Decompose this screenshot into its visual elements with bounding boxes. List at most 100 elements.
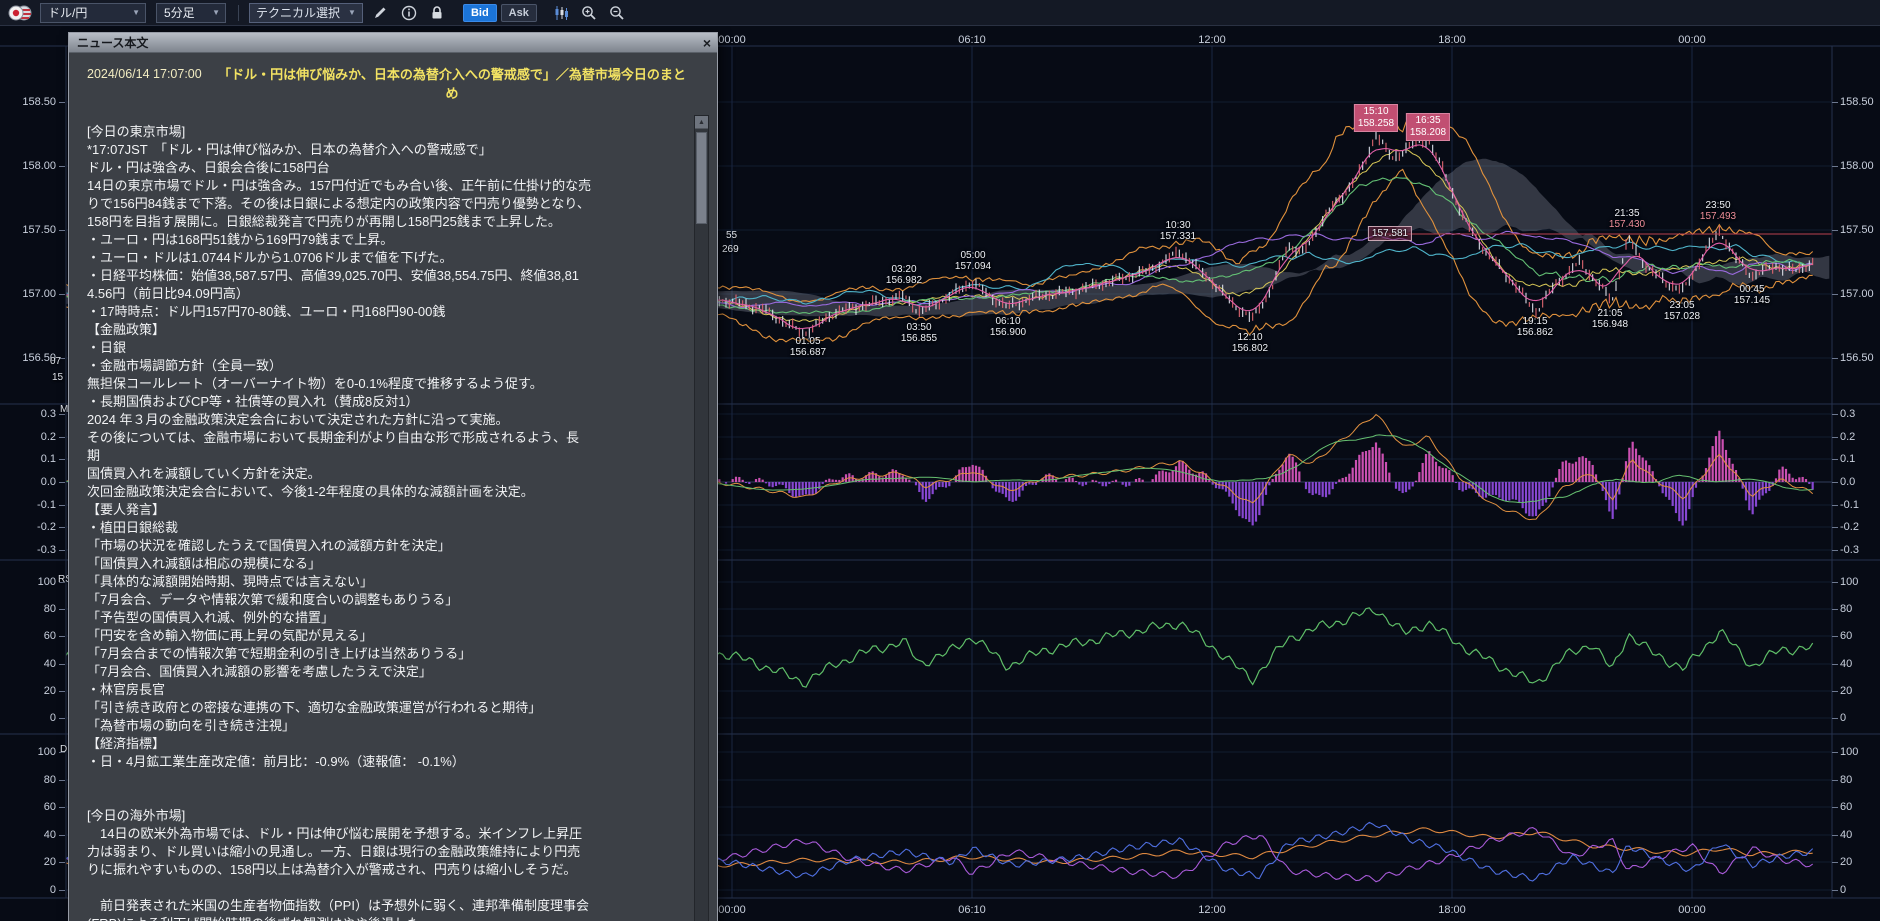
news-body-line: 158円を目指す展開に。日銀総裁発言で円売りが再開し158円25銭まで上昇した。 — [87, 213, 691, 231]
axis-label-left: 0 — [2, 711, 56, 725]
news-body-line: ・金融市場調節方針（全員一致） — [87, 357, 691, 375]
axis-label-right: -0.3 — [1840, 543, 1859, 557]
news-body-line: ・林官房長官 — [87, 681, 691, 699]
chart-annotation: 10:30157.331 — [1160, 220, 1196, 242]
time-axis-label: 18:00 — [1430, 903, 1474, 917]
news-body-line: 2024 年３月の金融政策決定会合において決定された方針に沿って実施。 — [87, 411, 691, 429]
scroll-up-button[interactable]: ▲ — [695, 116, 708, 129]
axis-label-right: 0.2 — [1840, 430, 1855, 444]
axis-label-left: 20 — [2, 684, 56, 698]
news-body-line: その後については、金融市場において長期金利がより自由な形で形成されるよう、長 — [87, 429, 691, 447]
axis-tick — [59, 482, 65, 483]
chart-type-button[interactable] — [551, 3, 571, 23]
axis-tick — [1832, 437, 1838, 438]
lock-button[interactable] — [427, 3, 447, 23]
currency-pair-flag-icon — [8, 5, 32, 21]
chart-annotation: 16:35158.208 — [1406, 113, 1450, 141]
axis-tick — [1832, 664, 1838, 665]
axis-label-right: 60 — [1840, 629, 1852, 643]
axis-tick — [1832, 691, 1838, 692]
axis-label-left: 100 — [2, 745, 56, 759]
news-body-line: ・長期国債およびCP等・社債等の買入れ（賛成8反対1） — [87, 393, 691, 411]
time-axis-label: 00:00 — [1670, 33, 1714, 47]
news-headline-row: 2024/06/14 17:07:00 「ドル・円は伸び悩みか、日本の為替介入へ… — [69, 53, 717, 103]
zoom-out-button[interactable] — [607, 3, 627, 23]
news-body-line: ・ユーロ・ドルは1.0744ドルから1.0706ドルまで値を下げた。 — [87, 249, 691, 267]
chevron-down-icon: ▼ — [132, 8, 140, 17]
chart-text-fragment: 269 — [722, 244, 739, 256]
news-body-line: 「7月会合までの情報次第で短期金利の引き上げは当然ありうる」 — [87, 645, 691, 663]
axis-tick — [1832, 527, 1838, 528]
axis-label-left: 80 — [2, 773, 56, 787]
news-body-line — [87, 771, 691, 789]
axis-tick — [1832, 862, 1838, 863]
axis-label-left: 158.50 — [2, 95, 56, 109]
axis-label-right: 157.00 — [1840, 287, 1874, 301]
axis-label-left: 40 — [2, 657, 56, 671]
chart-annotation: 15:10158.258 — [1354, 104, 1398, 132]
news-body-line: ・植田日銀総裁 — [87, 519, 691, 537]
axis-tick — [1832, 582, 1838, 583]
time-axis-label: 12:00 — [1190, 33, 1234, 47]
news-body-line — [87, 879, 691, 897]
axis-label-right: 0 — [1840, 883, 1846, 897]
axis-tick — [59, 609, 65, 610]
scroll-up-icon: ▲ — [698, 119, 705, 126]
ask-button[interactable]: Ask — [501, 4, 537, 22]
axis-label-right: 0 — [1840, 711, 1846, 725]
chart-annotation: 19:15156.862 — [1517, 316, 1553, 338]
news-body-line: 「7月会合、データや情報次第で緩和度合いの調整もありうる」 — [87, 591, 691, 609]
news-body-line: 前日発表された米国の生産者物価指数（PPI）は予想外に弱く、連邦準備制度理事会 — [87, 897, 691, 915]
scrollbar-thumb[interactable] — [696, 132, 707, 224]
axis-tick — [59, 890, 65, 891]
news-body-line: 「7月会合、国債買入れ減額の影響を考慮したうえで決定」 — [87, 663, 691, 681]
axis-tick — [1832, 102, 1838, 103]
news-body-line: 国債買入れを減額していく方針を決定。 — [87, 465, 691, 483]
axis-label-right: 20 — [1840, 855, 1852, 869]
technical-select-label: テクニカル選択 — [256, 4, 340, 21]
news-body-line: 【要人発言】 — [87, 501, 691, 519]
axis-label-right: 0.0 — [1840, 475, 1855, 489]
news-body-line: [今日の海外市場] — [87, 807, 691, 825]
draw-tool-button[interactable] — [371, 3, 391, 23]
close-button[interactable]: × — [703, 36, 711, 50]
axis-tick — [59, 166, 65, 167]
timeframe-select[interactable]: 5分足 ▼ — [156, 3, 226, 23]
news-scrollbar[interactable]: ▲ — [694, 115, 709, 921]
axis-label-left: -0.1 — [2, 498, 56, 512]
technical-select-button[interactable]: テクニカル選択 ▼ — [249, 3, 363, 23]
axis-label-right: 40 — [1840, 657, 1852, 671]
axis-label-left: -0.2 — [2, 520, 56, 534]
axis-label-right: 20 — [1840, 684, 1852, 698]
news-body-line: ・日銀 — [87, 339, 691, 357]
time-axis-label: 12:00 — [1190, 903, 1234, 917]
axis-tick — [1832, 230, 1838, 231]
pair-select-value: ドル/円 — [48, 4, 87, 21]
news-body-line — [87, 789, 691, 807]
axis-label-left: 157.00 — [2, 287, 56, 301]
axis-label-right: 157.50 — [1840, 223, 1874, 237]
chart-annotation: 03:20156.982 — [886, 264, 922, 286]
news-body-line: 14日の欧米外為市場では、ドル・円は伸び悩む展開を予想する。米インフレ上昇圧 — [87, 825, 691, 843]
news-window-titlebar[interactable]: ニュース本文 × — [69, 33, 717, 53]
axis-label-left: 40 — [2, 828, 56, 842]
axis-label-right: 158.00 — [1840, 159, 1874, 173]
candlestick-chart-icon — [553, 5, 569, 21]
news-body-line: ドル・円は強含み、日銀会合後に158円台 — [87, 159, 691, 177]
toolbar-separator — [238, 5, 239, 21]
axis-tick — [1832, 636, 1838, 637]
news-body-line: *17:07JST 「ドル・円は伸び悩みか、日本の為替介入への警戒感で」 — [87, 141, 691, 159]
axis-label-left: 158.00 — [2, 159, 56, 173]
chart-text-fragment: D — [60, 744, 67, 756]
zoom-in-button[interactable] — [579, 3, 599, 23]
news-body-line: 14日の東京市場でドル・円は強含み。157円付近でもみ合い後、正午前に仕掛け的な… — [87, 177, 691, 195]
chart-annotation: 23:50157.493 — [1700, 200, 1736, 222]
bid-button[interactable]: Bid — [463, 4, 497, 22]
axis-label-right: 40 — [1840, 828, 1852, 842]
info-button[interactable] — [399, 3, 419, 23]
axis-label-right: 80 — [1840, 773, 1852, 787]
news-headline: 「ドル・円は伸び悩みか、日本の為替介入への警戒感で」／為替市場今日のまとめ — [217, 65, 701, 103]
axis-tick — [1832, 718, 1838, 719]
pair-select[interactable]: ドル/円 ▼ — [40, 3, 146, 23]
news-body-line: りで156円84銭まで下落。その後は日銀による想定内の政策内容で円売り優勢となり… — [87, 195, 691, 213]
